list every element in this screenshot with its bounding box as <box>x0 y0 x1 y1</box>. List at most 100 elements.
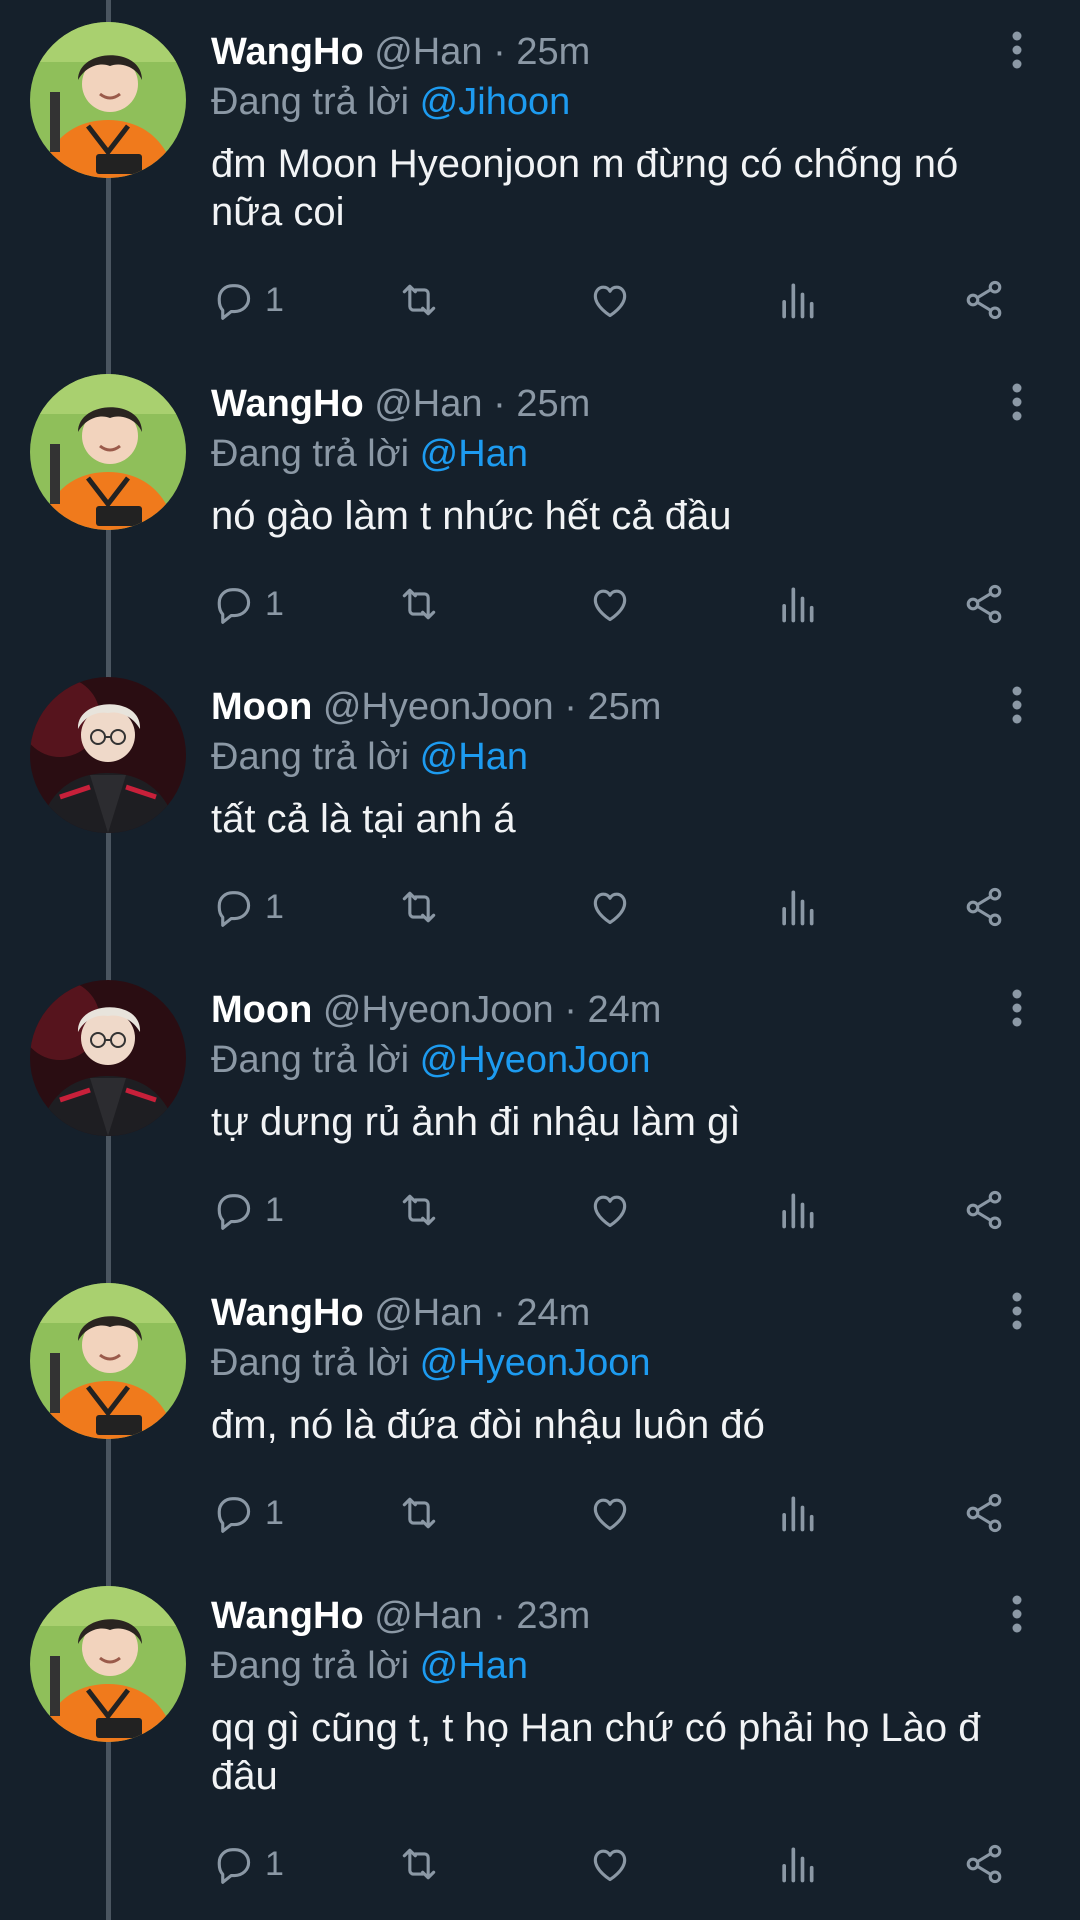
like-button[interactable] <box>587 1488 633 1538</box>
tweet-actions: 1 <box>211 1488 1011 1538</box>
tweet-4[interactable]: Moon @HyeonJoon · 24m Đang trả lời @Hyeo… <box>0 958 1080 1310</box>
avatar-wangho[interactable] <box>30 374 186 530</box>
views-button[interactable] <box>777 579 817 629</box>
author-name[interactable]: WangHo <box>211 1595 364 1637</box>
timestamp[interactable]: 25m <box>516 31 590 73</box>
reply-count: 1 <box>265 1493 284 1532</box>
retweet-icon <box>395 885 443 929</box>
like-button[interactable] <box>587 882 633 932</box>
like-button[interactable] <box>587 579 633 629</box>
more-options-icon[interactable] <box>1000 1594 1034 1634</box>
share-button[interactable] <box>961 1185 1007 1235</box>
tweet-6[interactable]: WangHo @Han · 23m Đang trả lời @Han qq g… <box>0 1564 1080 1916</box>
share-icon <box>961 582 1007 626</box>
timestamp[interactable]: 25m <box>516 383 590 425</box>
reply-mention[interactable]: @HyeonJoon <box>420 1342 651 1384</box>
reply-count: 1 <box>265 887 284 926</box>
views-icon <box>777 885 817 929</box>
author-handle[interactable]: @Han <box>374 1292 482 1334</box>
reply-icon <box>211 1491 255 1535</box>
tweet-3[interactable]: Moon @HyeonJoon · 25m Đang trả lời @Han … <box>0 655 1080 1007</box>
like-button[interactable] <box>587 275 633 325</box>
replying-to: Đang trả lời @Han <box>211 733 528 781</box>
reply-button[interactable]: 1 <box>211 275 284 325</box>
replying-to: Đang trả lời @Han <box>211 1642 528 1690</box>
share-button[interactable] <box>961 882 1007 932</box>
replying-to-label: Đang trả lời <box>211 81 410 123</box>
reply-button[interactable]: 1 <box>211 1488 284 1538</box>
views-button[interactable] <box>777 275 817 325</box>
tweet-2[interactable]: WangHo @Han · 25m Đang trả lời @Han nó g… <box>0 352 1080 704</box>
reply-count: 1 <box>265 584 284 623</box>
author-name[interactable]: WangHo <box>211 383 364 425</box>
tweet-5[interactable]: WangHo @Han · 24m Đang trả lời @HyeonJoo… <box>0 1261 1080 1613</box>
views-button[interactable] <box>777 1185 817 1235</box>
avatar-moon[interactable] <box>30 677 186 833</box>
tweet-text: nó gào làm t nhức hết cả đầu <box>211 494 732 538</box>
like-icon <box>587 1842 633 1886</box>
tweet-1[interactable]: WangHo @Han · 25m Đang trả lời @Jihoon đ… <box>0 0 1080 352</box>
timestamp[interactable]: 23m <box>516 1595 590 1637</box>
share-button[interactable] <box>961 1839 1007 1889</box>
views-button[interactable] <box>777 1488 817 1538</box>
tweet-header: WangHo @Han · 25m <box>211 380 590 428</box>
share-button[interactable] <box>961 1488 1007 1538</box>
retweet-button[interactable] <box>395 1839 443 1889</box>
reply-mention[interactable]: @Han <box>420 433 528 475</box>
timestamp[interactable]: 24m <box>587 989 661 1031</box>
like-icon <box>587 582 633 626</box>
like-button[interactable] <box>587 1185 633 1235</box>
tweet-actions: 1 <box>211 882 1011 932</box>
timestamp[interactable]: 24m <box>516 1292 590 1334</box>
replying-to-label: Đang trả lời <box>211 1039 410 1081</box>
retweet-button[interactable] <box>395 579 443 629</box>
reply-mention[interactable]: @Han <box>420 736 528 778</box>
reply-mention[interactable]: @Jihoon <box>420 81 571 123</box>
views-icon <box>777 1842 817 1886</box>
retweet-button[interactable] <box>395 275 443 325</box>
author-name[interactable]: Moon <box>211 989 312 1031</box>
tweet-actions: 1 <box>211 1839 1011 1889</box>
tweet-text: tự dưng rủ ảnh đi nhậu làm gì <box>211 1100 741 1144</box>
author-name[interactable]: WangHo <box>211 1292 364 1334</box>
reply-button[interactable]: 1 <box>211 579 284 629</box>
views-button[interactable] <box>777 1839 817 1889</box>
replying-to: Đang trả lời @HyeonJoon <box>211 1036 651 1084</box>
share-button[interactable] <box>961 275 1007 325</box>
replying-to: Đang trả lời @Han <box>211 430 528 478</box>
author-handle[interactable]: @HyeonJoon <box>323 989 554 1031</box>
reply-button[interactable]: 1 <box>211 882 284 932</box>
author-handle[interactable]: @Han <box>374 1595 482 1637</box>
reply-mention[interactable]: @Han <box>420 1645 528 1687</box>
reply-button[interactable]: 1 <box>211 1839 284 1889</box>
author-handle[interactable]: @HyeonJoon <box>323 686 554 728</box>
author-handle[interactable]: @Han <box>374 31 482 73</box>
like-button[interactable] <box>587 1839 633 1889</box>
retweet-button[interactable] <box>395 1185 443 1235</box>
share-button[interactable] <box>961 579 1007 629</box>
avatar-wangho[interactable] <box>30 1586 186 1742</box>
avatar-wangho[interactable] <box>30 22 186 178</box>
replying-to: Đang trả lời @Jihoon <box>211 78 570 126</box>
author-handle[interactable]: @Han <box>374 383 482 425</box>
more-options-icon[interactable] <box>1000 1291 1034 1331</box>
retweet-button[interactable] <box>395 882 443 932</box>
views-icon <box>777 1491 817 1535</box>
dot-separator: · <box>564 686 577 728</box>
tweet-header: Moon @HyeonJoon · 25m <box>211 683 661 731</box>
avatar-moon[interactable] <box>30 980 186 1136</box>
more-options-icon[interactable] <box>1000 988 1034 1028</box>
avatar-wangho[interactable] <box>30 1283 186 1439</box>
reply-mention[interactable]: @HyeonJoon <box>420 1039 651 1081</box>
more-options-icon[interactable] <box>1000 685 1034 725</box>
retweet-button[interactable] <box>395 1488 443 1538</box>
author-name[interactable]: WangHo <box>211 31 364 73</box>
more-options-icon[interactable] <box>1000 382 1034 422</box>
more-options-icon[interactable] <box>1000 30 1034 70</box>
reply-button[interactable]: 1 <box>211 1185 284 1235</box>
reply-icon <box>211 278 255 322</box>
timestamp[interactable]: 25m <box>587 686 661 728</box>
tweet-actions: 1 <box>211 1185 1011 1235</box>
views-button[interactable] <box>777 882 817 932</box>
author-name[interactable]: Moon <box>211 686 312 728</box>
